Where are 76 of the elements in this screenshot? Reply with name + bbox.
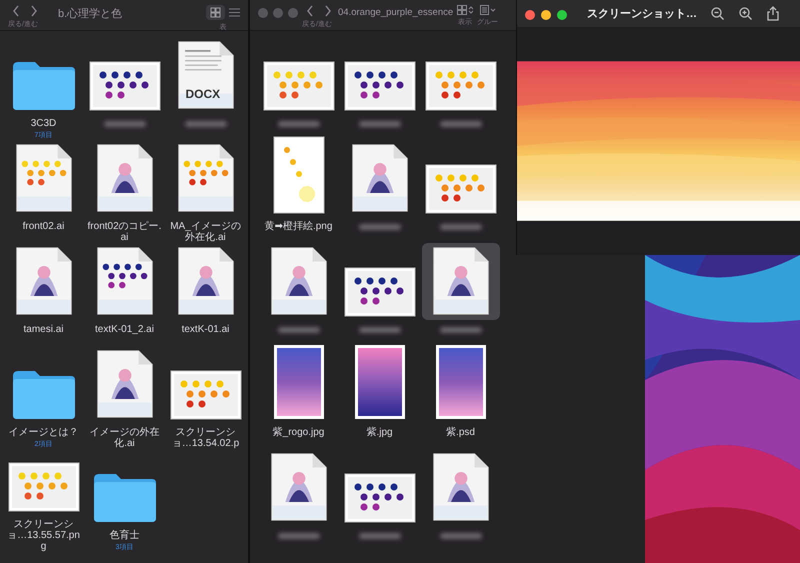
folder-icon[interactable] <box>10 368 76 420</box>
blurred-label <box>440 224 482 230</box>
file-name: 3C3D <box>30 118 56 129</box>
image-thumbnail[interactable] <box>88 61 160 111</box>
blurred-label <box>358 327 400 333</box>
window-title: b.心理学と色 <box>58 6 124 21</box>
file-name: textK-01_2.ai <box>95 324 154 335</box>
grid-icon[interactable] <box>457 5 474 15</box>
image-thumbnail[interactable] <box>424 61 496 111</box>
file-name: MA_イメージの外在化.ai <box>169 221 242 243</box>
image-thumbnail[interactable] <box>344 267 416 317</box>
grid-view-button[interactable] <box>206 5 225 20</box>
back-icon[interactable] <box>12 5 20 17</box>
back-icon[interactable] <box>306 5 314 17</box>
file-name: 黄➡橙拝絵.png <box>264 221 332 232</box>
zoom-in-icon[interactable] <box>739 7 752 20</box>
share-icon[interactable] <box>767 6 779 21</box>
file-name: 紫_rogo.jpg <box>272 427 324 438</box>
file-item-highlight[interactable]: DOCX <box>166 37 244 114</box>
zoom-out-icon[interactable] <box>711 7 724 20</box>
image-thumbnail[interactable] <box>344 61 416 111</box>
document-thumbnail[interactable] <box>94 245 154 317</box>
folder-icon[interactable] <box>92 471 158 523</box>
file-name: tamesi.ai <box>23 324 64 335</box>
file-item-highlight[interactable] <box>422 243 500 320</box>
document-thumbnail[interactable] <box>94 348 154 420</box>
image-thumbnail[interactable] <box>434 344 486 420</box>
file-type-label: DOCX <box>186 87 220 101</box>
document-thumbnail[interactable] <box>350 142 410 214</box>
document-thumbnail[interactable] <box>268 245 328 317</box>
list-icon[interactable] <box>229 8 240 17</box>
file-name: textK-01.ai <box>182 324 230 335</box>
forward-icon[interactable] <box>30 5 38 17</box>
file-name: スクリーンショ…13.55.57.png <box>6 519 81 552</box>
image-thumbnail[interactable] <box>272 344 324 420</box>
document-thumbnail[interactable] <box>94 142 154 214</box>
window-title: 04.orange_purple_essence <box>338 7 454 18</box>
file-name: front02のコピー.ai <box>86 221 162 243</box>
blurred-label <box>440 121 482 127</box>
blurred-label <box>184 121 226 127</box>
folder-icon[interactable] <box>10 59 76 111</box>
document-thumbnail[interactable] <box>176 245 236 317</box>
file-name: 紫.jpg <box>366 427 393 438</box>
image-thumbnail[interactable] <box>344 473 416 523</box>
file-name: イメージとは？ <box>8 427 78 438</box>
blurred-label <box>358 224 400 230</box>
image-thumbnail[interactable] <box>262 61 334 111</box>
document-thumbnail[interactable] <box>430 245 490 317</box>
blurred-label <box>440 533 482 539</box>
document-thumbnail[interactable] <box>176 39 236 111</box>
document-thumbnail[interactable] <box>430 451 490 523</box>
document-thumbnail[interactable] <box>176 142 236 214</box>
blurred-label <box>278 121 320 127</box>
blurred-label <box>440 327 482 333</box>
document-thumbnail[interactable] <box>14 245 74 317</box>
image-thumbnail[interactable] <box>272 136 324 214</box>
blurred-label <box>358 121 400 127</box>
file-name: 紫.psd <box>446 427 475 438</box>
file-name: イメージの外在化.ai <box>88 427 160 449</box>
window-title: スクリーンショット… <box>587 7 697 21</box>
blurred-label <box>278 533 320 539</box>
blurred-label <box>278 327 320 333</box>
blurred-label <box>358 533 400 539</box>
forward-icon[interactable] <box>324 5 332 17</box>
image-thumbnail[interactable] <box>354 344 406 420</box>
grid-icon <box>210 7 221 18</box>
document-thumbnail[interactable] <box>268 451 328 523</box>
blurred-label <box>104 121 146 127</box>
group-icon[interactable] <box>480 5 496 15</box>
file-name: スクリーンショ…13.54.02.p <box>170 427 240 449</box>
file-name: 色育士 <box>110 530 140 541</box>
image-thumbnail[interactable] <box>8 462 80 512</box>
image-thumbnail[interactable] <box>170 370 242 420</box>
file-name: front02.ai <box>22 221 64 232</box>
image-thumbnail[interactable] <box>424 164 496 214</box>
document-thumbnail[interactable] <box>14 142 74 214</box>
